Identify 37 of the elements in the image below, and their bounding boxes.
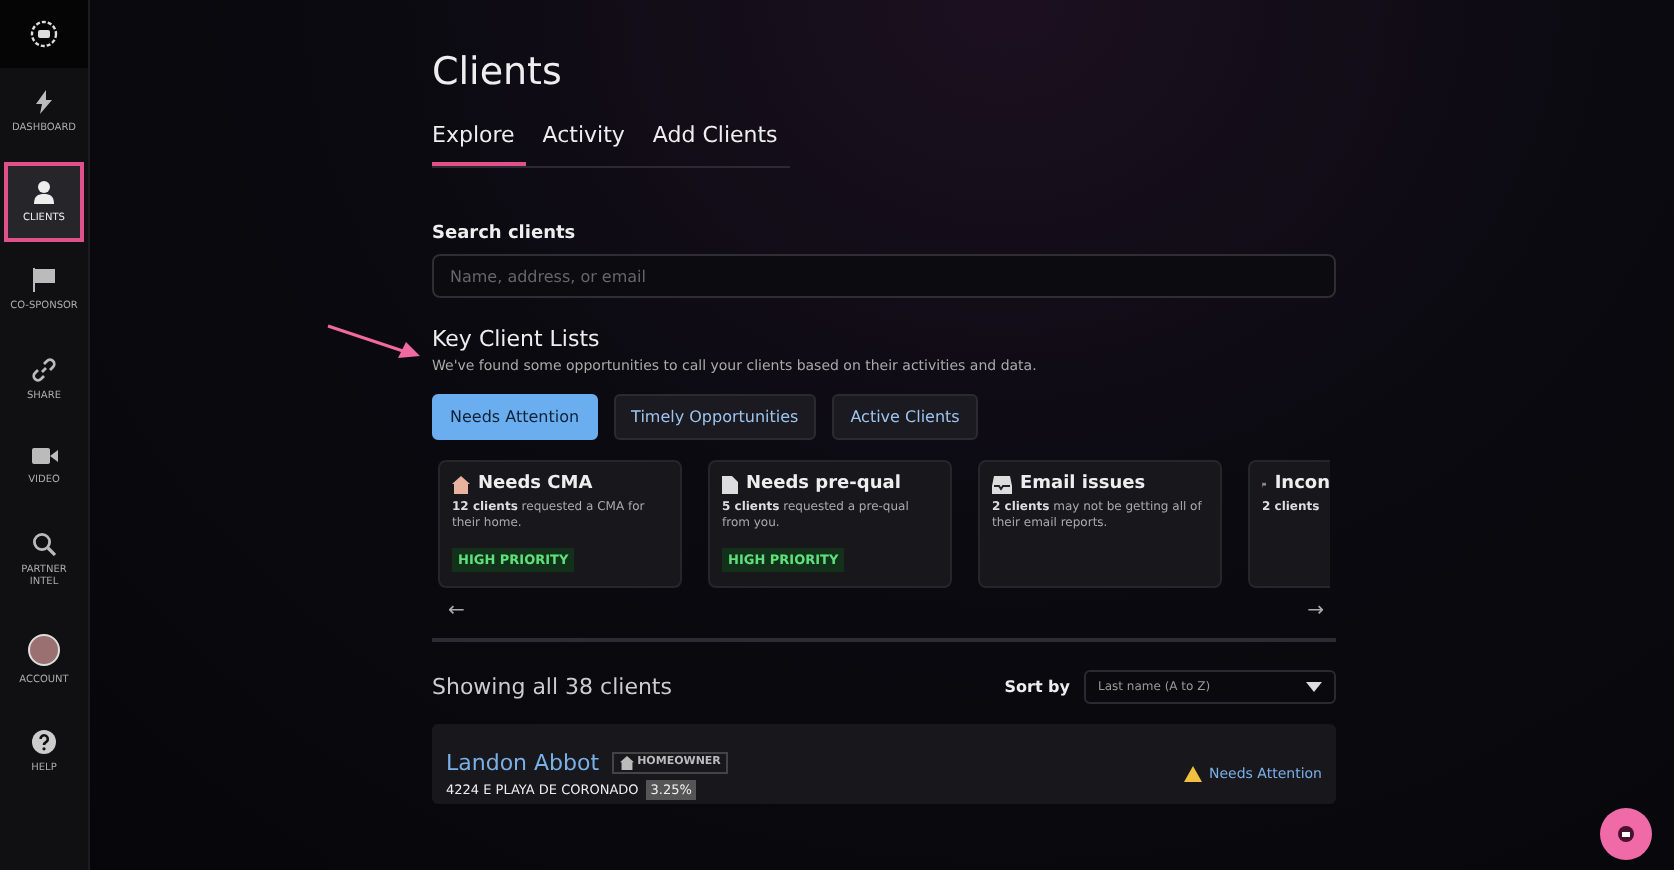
tab[interactable]: Activity [530,122,637,166]
annotation-arrow [326,322,422,362]
tab[interactable]: Explore [432,122,527,166]
magnifier-icon [32,531,56,555]
filter-button[interactable]: Needs Attention [432,394,598,440]
tab[interactable]: Add Clients [640,122,790,166]
lightning-icon [34,90,54,114]
filter-button[interactable]: Active Clients [832,394,978,440]
person-icon [32,179,56,203]
search-field[interactable]: Name, address, or email [432,254,1336,298]
card-title: Needs CMA [478,474,593,494]
sort-label: Sort by [1004,678,1070,696]
client-name[interactable]: Landon Abbot [446,749,600,775]
video-camera-icon [31,446,57,466]
avatar-icon [28,633,60,665]
caret-icon [1306,682,1322,692]
card-title: Incon [1274,474,1330,494]
flag-icon [32,268,56,292]
logo-icon[interactable] [0,0,88,68]
chat-button[interactable] [1600,808,1652,860]
help-icon [32,730,56,754]
filter-button[interactable]: Timely Opportunities [613,394,817,440]
next-button[interactable]: → [1307,600,1324,622]
house-icon [619,755,634,769]
results-count: Showing all 38 clients [432,674,674,700]
warning-icon [1183,766,1202,782]
card-title: Email issues [1020,474,1146,494]
document-icon [722,475,738,493]
card-title: Needs pre-qual [746,474,901,494]
previous-button[interactable]: ← [448,600,465,622]
house-icon [452,475,470,493]
chat-icon [1618,826,1634,842]
inbox-icon [992,475,1012,493]
link-icon [32,357,56,381]
search-label: Search clients [432,224,578,244]
page-title: Clients [432,50,564,94]
section-title: Key Client Lists [432,326,602,352]
